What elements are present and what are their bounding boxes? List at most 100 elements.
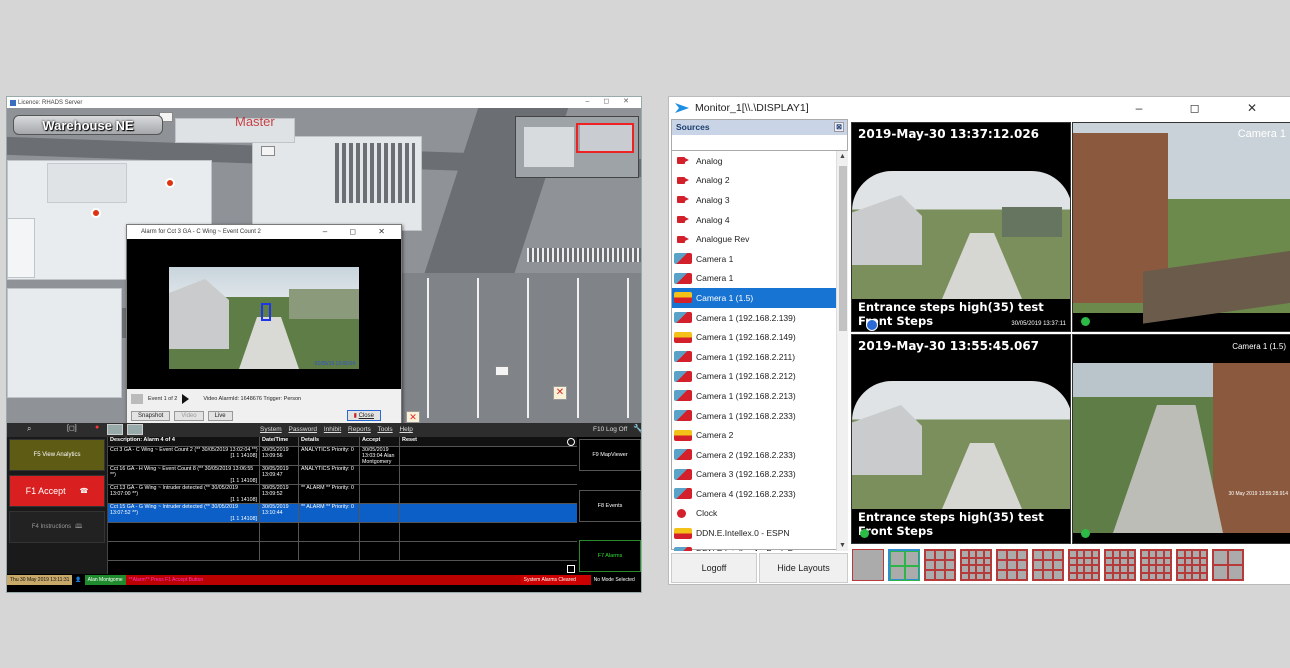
layout-option[interactable] [1104, 549, 1136, 581]
col-details[interactable]: Details [299, 437, 360, 446]
wrench-icon[interactable]: 🔧 [633, 424, 641, 433]
table-row[interactable]: Cct 3 GA - C Wing ~ Event Count 2 (** 30… [108, 447, 577, 466]
col-accept[interactable]: Accept [360, 437, 400, 446]
video-tile-2[interactable]: Camera 1 [1072, 122, 1290, 332]
source-item[interactable]: Analog 2 [672, 171, 836, 191]
menu-system[interactable]: System [260, 426, 282, 433]
source-item[interactable]: Analogue Rev [672, 229, 836, 249]
source-item[interactable]: Camera 1 [672, 249, 836, 269]
prev-event-button[interactable] [131, 393, 143, 404]
source-item[interactable]: Camera 4 (192.168.2.233) [672, 484, 836, 504]
map-device-icon[interactable] [495, 366, 509, 376]
source-item[interactable]: Camera 1 (192.168.2.139) [672, 308, 836, 328]
minimap-viewport[interactable] [576, 123, 634, 153]
scroll-down-icon[interactable]: ▼ [839, 542, 846, 549]
col-datetime[interactable]: Date/Time [260, 437, 299, 446]
map-device-icon[interactable] [261, 146, 275, 156]
source-item[interactable]: Camera 1 (192.168.2.211) [672, 347, 836, 367]
col-description[interactable]: Description: Alarm 4 of 4 [108, 437, 260, 446]
layout-option[interactable] [960, 549, 992, 581]
cursor-icon [866, 319, 878, 331]
source-item[interactable]: Analog 4 [672, 210, 836, 230]
close-button[interactable]: ▮ Close [346, 410, 381, 421]
source-item[interactable]: Camera 2 [672, 425, 836, 445]
layout-option[interactable] [1176, 549, 1208, 581]
alarm-video-player[interactable]: 01/05/19 13:02:04 [127, 239, 401, 389]
layout-option[interactable] [852, 549, 884, 581]
warning-icon[interactable]: ✕ [406, 411, 420, 423]
events-button[interactable]: F8 Events [579, 490, 641, 522]
video-button[interactable]: Video [174, 410, 204, 421]
alarm-marker-icon[interactable] [91, 208, 101, 218]
minimap[interactable] [515, 116, 639, 178]
zoom-out-icon[interactable] [127, 424, 143, 435]
layout-option[interactable] [1140, 549, 1172, 581]
site-map[interactable]: ✕ ✕ Warehouse NE Master Alarm for Cct 3 … [7, 108, 641, 423]
menu-tools[interactable]: Tools [377, 426, 392, 433]
layout-option[interactable] [996, 549, 1028, 581]
layout-option[interactable] [888, 549, 920, 581]
source-item[interactable]: DDN.E.Intellex.1 - Back Door [672, 543, 836, 551]
instructions-button[interactable]: F4 Instructions 🕮 [9, 511, 105, 543]
video-tile-3[interactable]: 2019-May-30 13:55:45.067 Entrance steps … [851, 334, 1071, 544]
search-icon[interactable]: ⌕ [27, 424, 31, 434]
col-reset[interactable]: Reset [400, 437, 577, 446]
tile-camera-name: Camera 1 (1.5) [1232, 342, 1286, 351]
scroll-up-icon[interactable] [567, 438, 575, 446]
sources-list[interactable]: Analog Analog 2 Analog 3 Analog 4 Analogue R… [672, 151, 836, 551]
layout-option[interactable] [924, 549, 956, 581]
view-analytics-button[interactable]: F5 View Analytics [9, 439, 105, 471]
alarm-list-table[interactable]: Description: Alarm 4 of 4 Date/Time Deta… [107, 437, 577, 574]
sources-search-input[interactable] [672, 135, 847, 151]
video-tile-1[interactable]: 2019-May-30 13:37:12.026 Entrance steps … [851, 122, 1071, 332]
scroll-thumb[interactable] [839, 166, 847, 331]
alarms-button[interactable]: F7 Alarms [579, 540, 641, 572]
menu-password[interactable]: Password [288, 426, 317, 433]
hide-layouts-button[interactable]: Hide Layouts [759, 553, 848, 583]
source-item[interactable]: Camera 1 [672, 269, 836, 289]
layout-option[interactable] [1032, 549, 1064, 581]
source-item[interactable]: Camera 1 (192.168.2.149) [672, 327, 836, 347]
source-label: Camera 1 (192.168.2.212) [696, 371, 796, 382]
snapshot-button[interactable]: Snapshot [131, 410, 171, 421]
source-item[interactable]: Camera 1 (192.168.2.233) [672, 406, 836, 426]
source-item[interactable]: Camera 1 (192.168.2.213) [672, 386, 836, 406]
window-controls[interactable]: – ◻ ✕ [1136, 101, 1279, 115]
layout-option[interactable] [1212, 549, 1244, 581]
next-event-button[interactable] [182, 393, 190, 404]
site-name-label[interactable]: Warehouse NE [13, 115, 163, 135]
log-off-button[interactable]: F10 Log Off [593, 426, 627, 433]
menu-inhibit[interactable]: Inhibit [324, 426, 341, 433]
mapviewer-button[interactable]: F9 MapViewer [579, 439, 641, 471]
scroll-down-icon[interactable] [567, 565, 575, 573]
popup-window-controls[interactable]: – ◻ ✕ [323, 225, 395, 239]
source-item[interactable]: Camera 2 (192.168.2.233) [672, 445, 836, 465]
menu-help[interactable]: Help [399, 426, 412, 433]
live-button[interactable]: Live [207, 410, 233, 421]
source-item[interactable]: DDN.E.Intellex.0 - ESPN [672, 523, 836, 543]
close-panel-icon[interactable]: ⊠ [834, 122, 844, 132]
scroll-up-icon[interactable]: ▲ [839, 153, 846, 160]
logoff-button[interactable]: Logoff [671, 553, 757, 583]
source-item[interactable]: Camera 3 (192.168.2.233) [672, 465, 836, 485]
video-tile-4[interactable]: Camera 1 (1.5) 30 May 2019 13:55:28.914 [1072, 334, 1290, 544]
layout-option[interactable] [1068, 549, 1100, 581]
camera-view-icon[interactable]: [◻] [67, 424, 77, 432]
zoom-icon[interactable] [107, 424, 123, 435]
source-item[interactable]: Camera 1 (1.5) [672, 288, 836, 308]
nvr-camera-icon [674, 292, 692, 304]
warning-icon[interactable]: ✕ [553, 386, 567, 400]
menu-reports[interactable]: Reports [348, 426, 371, 433]
source-item[interactable]: Camera 1 (192.168.2.212) [672, 367, 836, 387]
table-row[interactable]: Cct 16 GA - H Wing ~ Event Count 8 (** 3… [108, 466, 577, 485]
alarm-bell-icon[interactable]: ● [95, 424, 99, 431]
source-item[interactable]: Analog 3 [672, 190, 836, 210]
accept-button[interactable]: F1 Accept ☎ [9, 475, 105, 507]
table-row[interactable]: Cct 13 GA - G Wing ~ Intruder detected (… [108, 485, 577, 504]
source-item[interactable]: Clock [672, 504, 836, 524]
window-controls[interactable]: – ◻ ✕ [586, 97, 635, 105]
table-row[interactable]: Cct 15 GA - G Wing ~ Intruder detected (… [108, 504, 577, 523]
alarm-marker-icon[interactable] [165, 178, 175, 188]
source-item[interactable]: Analog [672, 151, 836, 171]
sources-scrollbar[interactable]: ▲ ▼ [836, 151, 848, 551]
